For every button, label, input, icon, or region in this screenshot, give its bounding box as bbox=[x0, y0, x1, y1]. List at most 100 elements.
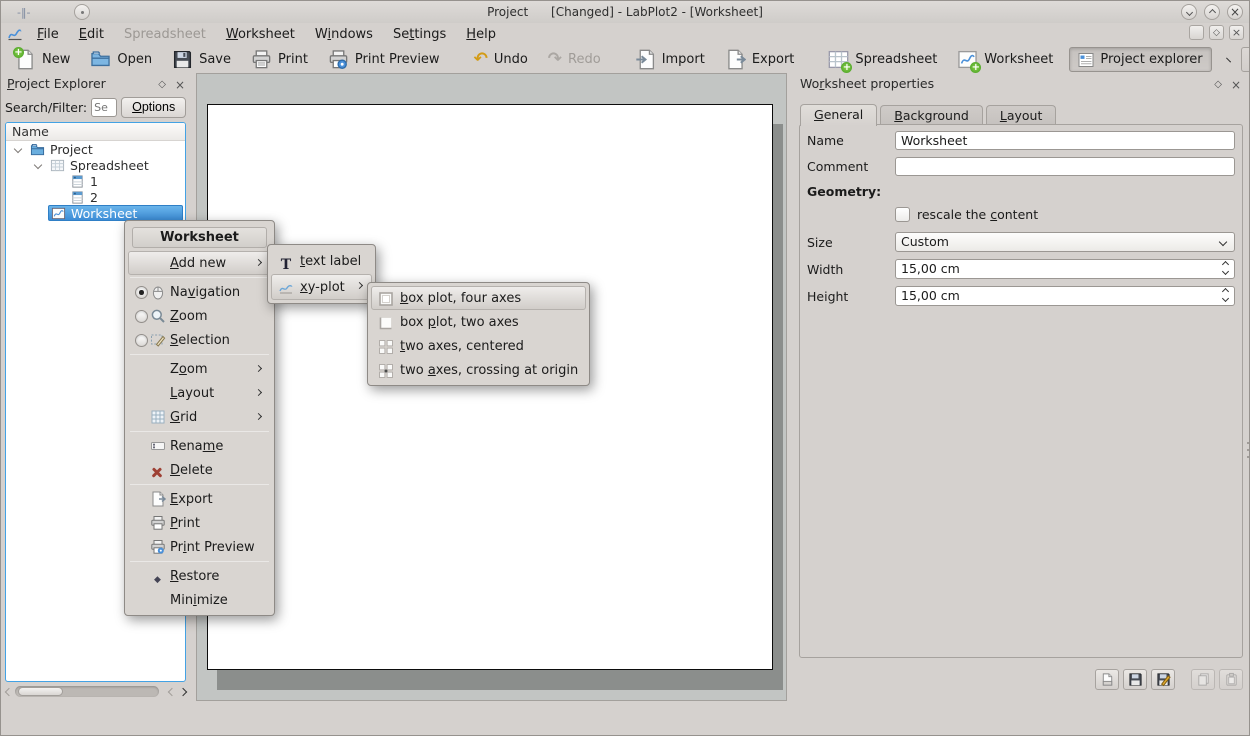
export-button[interactable]: Export bbox=[717, 47, 803, 72]
horizontal-scrollbar[interactable] bbox=[3, 684, 189, 699]
new-spreadsheet-button[interactable]: + Spreadsheet bbox=[820, 47, 945, 72]
comment-label: Comment bbox=[807, 159, 895, 174]
print-button[interactable]: Print bbox=[243, 47, 316, 72]
scrollbar-track[interactable] bbox=[15, 686, 159, 697]
tab-layout[interactable]: Layout bbox=[986, 105, 1057, 126]
worksheet-page[interactable] bbox=[207, 104, 773, 670]
project-explorer-toggle-button[interactable]: Project explorer bbox=[1069, 47, 1211, 72]
menu-grid-submenu[interactable]: Grid bbox=[128, 405, 271, 429]
height-spinbox[interactable]: 15,00 cm bbox=[895, 286, 1235, 306]
spin-down-icon[interactable] bbox=[1222, 295, 1229, 302]
menu-label: Grid bbox=[170, 410, 197, 425]
dock-float-button[interactable]: ◇ bbox=[158, 76, 166, 94]
tree-item-project[interactable]: Project bbox=[6, 141, 185, 157]
menu-print-preview[interactable]: Print Preview bbox=[128, 535, 271, 559]
child-close-button[interactable]: × bbox=[1229, 25, 1244, 40]
shade-button[interactable] bbox=[1181, 4, 1197, 20]
menu-edit[interactable]: Edit bbox=[70, 25, 113, 44]
dock-close-button[interactable]: × bbox=[175, 76, 185, 94]
tree-item-worksheet[interactable]: Worksheet bbox=[6, 205, 185, 221]
menu-xy-plot[interactable]: xy-plot bbox=[271, 274, 372, 300]
toolbar-overflow-icon[interactable] bbox=[1226, 57, 1231, 62]
load-template-button[interactable] bbox=[1095, 669, 1119, 690]
expander-icon[interactable] bbox=[14, 145, 22, 153]
context-menu-title: Worksheet bbox=[132, 227, 267, 248]
size-label: Size bbox=[807, 235, 895, 250]
scroll-left-icon[interactable] bbox=[168, 688, 176, 696]
menu-two-axes-centered[interactable]: two axes, centered bbox=[371, 334, 586, 358]
menu-worksheet[interactable]: Worksheet bbox=[217, 25, 304, 44]
menu-add-new[interactable]: Add new bbox=[128, 251, 271, 275]
width-value: 15,00 cm bbox=[901, 261, 960, 276]
menu-text-label[interactable]: T text label bbox=[271, 248, 372, 274]
child-minimize-button[interactable] bbox=[1189, 25, 1204, 40]
maximize-button[interactable] bbox=[1204, 4, 1220, 20]
tree-item-spreadsheet[interactable]: Spreadsheet bbox=[6, 157, 185, 173]
search-input[interactable] bbox=[91, 98, 117, 117]
labplot-window: -‖- Project [Changed] - LabPlot2 - [Work… bbox=[0, 0, 1250, 736]
scroll-right-icon[interactable] bbox=[179, 688, 187, 696]
menu-label: Rename bbox=[170, 439, 223, 454]
tab-general[interactable]: General bbox=[800, 104, 877, 126]
size-combobox[interactable]: Custom bbox=[895, 232, 1235, 252]
undo-button[interactable]: ↶ Undo bbox=[466, 47, 536, 72]
worksheet-view[interactable] bbox=[196, 73, 787, 701]
import-button[interactable]: Import bbox=[627, 47, 713, 72]
menu-box-plot-two-axes[interactable]: box plot, two axes bbox=[371, 310, 586, 334]
print-preview-button[interactable]: Print Preview bbox=[320, 47, 448, 72]
save-template-button[interactable] bbox=[1123, 669, 1147, 690]
close-icon: × bbox=[1232, 26, 1241, 39]
menu-zoom-submenu[interactable]: Zoom bbox=[128, 357, 271, 381]
scrollbar-thumb[interactable] bbox=[18, 687, 63, 696]
tree-column-header[interactable]: Name bbox=[6, 123, 185, 141]
close-icon: × bbox=[1230, 6, 1240, 18]
print-preview-icon bbox=[150, 539, 166, 555]
worksheet-plot-icon bbox=[51, 206, 66, 221]
menu-selection-mode[interactable]: Selection bbox=[128, 328, 271, 352]
rename-icon bbox=[150, 438, 166, 454]
tree-item-column-2[interactable]: 2 bbox=[6, 189, 185, 205]
dock-float-button[interactable]: ◇ bbox=[1214, 76, 1222, 94]
dock-resize-handle[interactable] bbox=[1246, 435, 1250, 465]
expander-icon[interactable] bbox=[34, 161, 42, 169]
titlebar[interactable]: -‖- Project [Changed] - LabPlot2 - [Work… bbox=[1, 1, 1249, 23]
menu-delete[interactable]: Delete bbox=[128, 458, 271, 482]
spin-down-icon[interactable] bbox=[1222, 268, 1229, 275]
menu-label: xy-plot bbox=[300, 280, 345, 295]
save-button[interactable]: Save bbox=[164, 47, 239, 72]
menu-navigation-mode[interactable]: Navigation bbox=[128, 280, 271, 304]
tree-item-column-1[interactable]: 1 bbox=[6, 173, 185, 189]
restore-icon: ◆ bbox=[154, 569, 170, 585]
menu-windows[interactable]: Windows bbox=[306, 25, 382, 44]
menu-separator bbox=[130, 354, 269, 355]
menu-settings[interactable]: Settings bbox=[384, 25, 455, 44]
child-restore-button[interactable]: ◇ bbox=[1209, 25, 1224, 40]
menu-zoom-mode[interactable]: Zoom bbox=[128, 304, 271, 328]
navigation-toolbar-button[interactable]: Navigation bbox=[1241, 47, 1250, 72]
new-worksheet-button[interactable]: + Worksheet bbox=[949, 47, 1061, 72]
menu-label: Restore bbox=[170, 569, 219, 584]
scroll-left-icon[interactable] bbox=[5, 688, 13, 696]
width-spinbox[interactable]: 15,00 cm bbox=[895, 259, 1235, 279]
comment-field[interactable] bbox=[895, 157, 1235, 176]
tab-background[interactable]: Background bbox=[880, 105, 983, 126]
menu-layout-submenu[interactable]: Layout bbox=[128, 381, 271, 405]
options-button[interactable]: Options bbox=[121, 97, 186, 118]
open-button[interactable]: Open bbox=[82, 47, 160, 72]
menu-print[interactable]: Print bbox=[128, 511, 271, 535]
menu-box-plot-four-axes[interactable]: box plot, four axes bbox=[371, 286, 586, 310]
menu-help[interactable]: Help bbox=[457, 25, 505, 44]
menu-export[interactable]: Export bbox=[128, 487, 271, 511]
menu-file[interactable]: File bbox=[28, 25, 68, 44]
dock-close-button[interactable]: × bbox=[1231, 76, 1241, 94]
menu-minimize[interactable]: Minimize bbox=[128, 588, 271, 612]
new-button[interactable]: + New bbox=[7, 47, 78, 72]
radio-checked-icon bbox=[135, 286, 148, 299]
menu-restore[interactable]: ◆ Restore bbox=[128, 564, 271, 588]
name-field[interactable] bbox=[895, 131, 1235, 150]
menu-two-axes-crossing-origin[interactable]: two axes, crossing at origin bbox=[371, 358, 586, 382]
save-as-template-button[interactable] bbox=[1151, 669, 1175, 690]
menu-rename[interactable]: Rename bbox=[128, 434, 271, 458]
rescale-checkbox[interactable] bbox=[895, 207, 910, 222]
close-button[interactable]: × bbox=[1227, 4, 1243, 20]
